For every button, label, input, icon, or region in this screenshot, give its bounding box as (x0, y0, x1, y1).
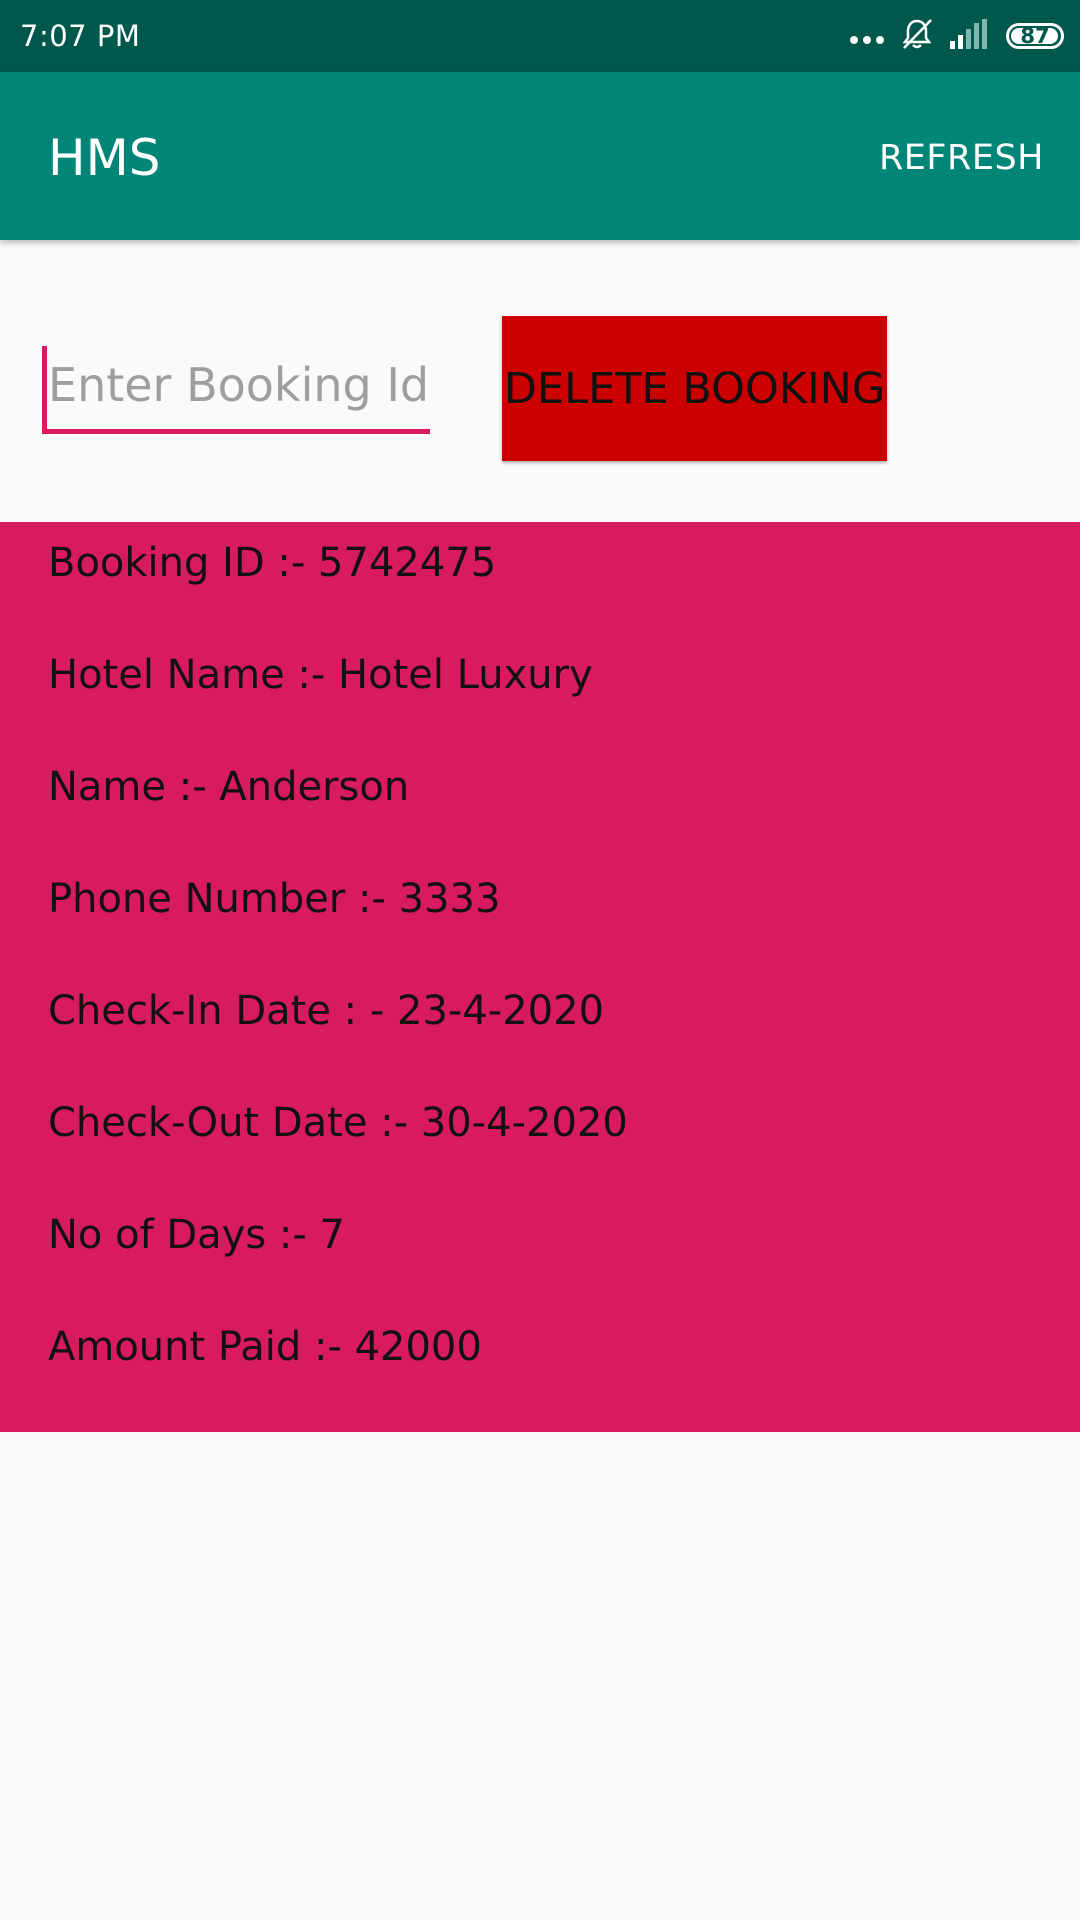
text-cursor (42, 346, 47, 430)
status-time: 7:07 PM (20, 19, 141, 53)
guest-name-text: Name :- Anderson (48, 764, 410, 810)
delete-booking-button[interactable]: DELETE BOOKING (502, 316, 887, 461)
hotel-name-text: Hotel Name :- Hotel Luxury (48, 652, 593, 698)
battery-level: 87 (1020, 24, 1050, 48)
number-of-days-text: No of Days :- 7 (48, 1212, 345, 1258)
battery-body: 87 (1006, 23, 1064, 49)
signal-icon (950, 19, 990, 53)
booking-id-text: Booking ID :- 5742475 (48, 540, 497, 586)
status-bar: 7:07 PM 87 (0, 0, 1080, 72)
check-out-date-text: Check-Out Date :- 30-4-2020 (48, 1100, 628, 1146)
more-dots-icon (850, 36, 884, 44)
bell-muted-icon (900, 17, 934, 55)
refresh-button[interactable]: REFRESH (879, 136, 1044, 180)
booking-details-panel: Booking ID :- 5742475 Hotel Name :- Hote… (0, 522, 1080, 1432)
phone-number-text: Phone Number :- 3333 (48, 876, 501, 922)
app-title: HMS (48, 129, 161, 187)
booking-id-field (42, 340, 430, 440)
app-bar: HMS REFRESH (0, 72, 1080, 240)
check-in-date-text: Check-In Date : - 23-4-2020 (48, 988, 605, 1034)
booking-id-input[interactable] (42, 340, 430, 434)
amount-paid-text: Amount Paid :- 42000 (48, 1324, 482, 1370)
battery-icon: 87 (1006, 23, 1064, 49)
status-icons: 87 (850, 14, 1064, 58)
